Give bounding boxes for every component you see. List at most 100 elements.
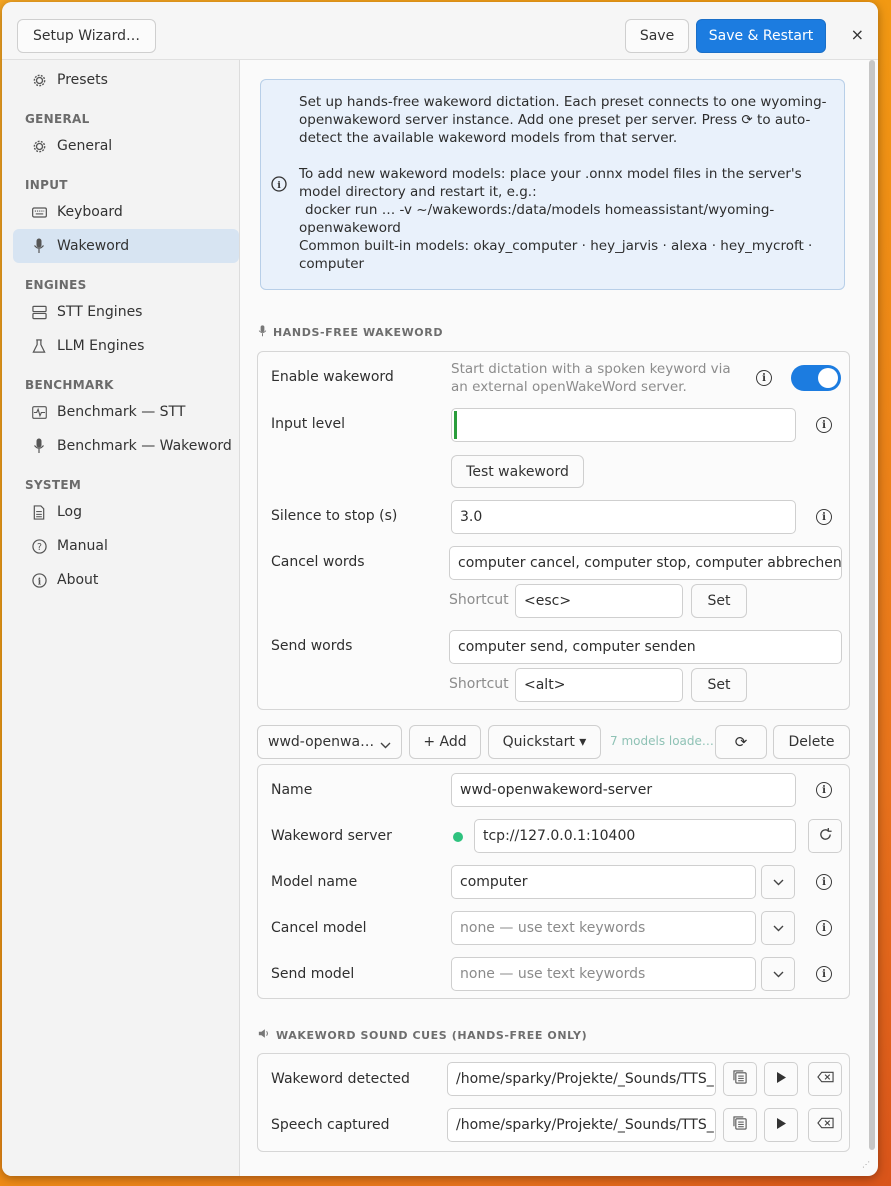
refresh-icon	[818, 827, 833, 846]
titlebar: Setup Wizard… Save Save & Restart ×	[2, 2, 878, 60]
help-icon: ?	[31, 538, 47, 554]
model-name-dropdown[interactable]	[761, 865, 795, 899]
set-send-shortcut-button[interactable]: Set	[691, 668, 747, 702]
sidebar-item-keyboard[interactable]: Keyboard	[13, 195, 239, 229]
microphone-icon	[31, 438, 47, 454]
send-model-input[interactable]: none — use text keywords	[451, 957, 756, 991]
server-status-dot	[453, 832, 463, 842]
save-restart-button[interactable]: Save & Restart	[696, 19, 826, 53]
cancel-model-dropdown[interactable]	[761, 911, 795, 945]
quickstart-button[interactable]: Quickstart ▾	[488, 725, 601, 759]
sidebar-item-benchmark-stt[interactable]: Benchmark — STT	[13, 395, 239, 429]
setup-wizard-button[interactable]: Setup Wizard…	[17, 19, 156, 53]
enable-wakeword-toggle[interactable]	[791, 365, 841, 391]
cancel-shortcut-label: Shortcut	[449, 592, 509, 608]
sidebar-heading-system: SYSTEM	[25, 478, 82, 492]
microphone-icon	[31, 238, 47, 254]
test-wakeword-button[interactable]: Test wakeword	[451, 455, 584, 488]
scrollbar[interactable]	[869, 60, 875, 1158]
sidebar-item-general[interactable]: General	[13, 129, 239, 163]
refresh-icon[interactable]: ⟳	[715, 725, 767, 759]
chevron-down-icon	[380, 737, 391, 753]
send-model-label: Send model	[271, 966, 355, 982]
chevron-down-icon	[773, 967, 784, 982]
send-words-input[interactable]: computer send, computer senden	[449, 630, 842, 664]
sidebar-item-manual[interactable]: ? Manual	[13, 529, 239, 563]
info-icon[interactable]: i	[816, 782, 832, 798]
info-icon[interactable]: i	[816, 509, 832, 525]
preset-select-value: wwd-openwa…	[268, 734, 375, 750]
model-name-input[interactable]: computer	[451, 865, 756, 899]
add-preset-button[interactable]: + Add	[409, 725, 481, 759]
cancel-words-input[interactable]: computer cancel, computer stop, computer…	[449, 546, 842, 580]
flask-icon	[31, 338, 47, 354]
close-icon[interactable]: ×	[851, 25, 864, 44]
speech-captured-label: Speech captured	[271, 1117, 390, 1133]
speech-captured-sound-input[interactable]: /home/sparky/Projekte/_Sounds/TTS_	[447, 1108, 716, 1142]
keyboard-icon	[31, 204, 47, 220]
info-icon[interactable]: i	[756, 370, 772, 386]
sidebar-item-benchmark-wakeword[interactable]: Benchmark — Wakeword	[13, 429, 239, 463]
preset-name-input[interactable]: wwd-openwakeword-server	[451, 773, 796, 807]
info-icon[interactable]: i	[816, 966, 832, 982]
info-paragraph: Set up hands-free wakeword dictation. Ea…	[299, 94, 827, 146]
sidebar-heading-input: INPUT	[25, 178, 68, 192]
sidebar-item-label: Log	[57, 504, 83, 520]
sidebar: Presets GENERAL General INPUT Keyboard W…	[2, 60, 240, 1176]
play-icon	[776, 1071, 787, 1088]
name-label: Name	[271, 782, 313, 798]
sidebar-heading-general: GENERAL	[25, 112, 90, 126]
preset-select[interactable]: wwd-openwa…	[257, 725, 402, 759]
cancel-shortcut-input[interactable]: <esc>	[515, 584, 683, 618]
sidebar-item-label: General	[57, 138, 113, 154]
browse-file-button[interactable]	[723, 1108, 757, 1142]
cancel-words-label: Cancel words	[271, 554, 365, 570]
set-cancel-shortcut-button[interactable]: Set	[691, 584, 747, 618]
play-icon	[776, 1117, 787, 1134]
silence-to-stop-input[interactable]: 3.0	[451, 500, 796, 534]
speaker-icon	[258, 1028, 270, 1042]
clear-sound-button[interactable]	[808, 1062, 842, 1096]
resize-grip-icon[interactable]: ⋰	[862, 1160, 874, 1172]
send-shortcut-input[interactable]: <alt>	[515, 668, 683, 702]
send-model-dropdown[interactable]	[761, 957, 795, 991]
cancel-model-input[interactable]: none — use text keywords	[451, 911, 756, 945]
play-sound-button[interactable]	[764, 1108, 798, 1142]
wakeword-detected-label: Wakeword detected	[271, 1071, 410, 1087]
wakeword-settings-page: i Set up hands-free wakeword dictation. …	[241, 60, 878, 1176]
save-button[interactable]: Save	[625, 19, 689, 53]
input-level-fill	[454, 411, 457, 439]
sidebar-item-stt-engines[interactable]: STT Engines	[13, 295, 239, 329]
info-banner: i Set up hands-free wakeword dictation. …	[260, 79, 845, 290]
sidebar-item-label: Benchmark — STT	[57, 404, 186, 420]
refresh-server-button[interactable]	[808, 819, 842, 853]
info-icon[interactable]: i	[816, 874, 832, 890]
wakeword-server-input[interactable]: tcp://127.0.0.1:10400	[474, 819, 796, 853]
sidebar-item-wakeword[interactable]: Wakeword	[13, 229, 239, 263]
server-icon	[31, 304, 47, 320]
enable-wakeword-hint: Start dictation with a spoken keyword vi…	[451, 361, 731, 395]
delete-preset-button[interactable]: Delete	[773, 725, 850, 759]
input-level-meter	[451, 408, 796, 442]
sidebar-item-label: STT Engines	[57, 304, 143, 320]
sidebar-heading-engines: ENGINES	[25, 278, 87, 292]
play-sound-button[interactable]	[764, 1062, 798, 1096]
sound-cues-panel: Wakeword detected /home/sparky/Projekte/…	[257, 1053, 850, 1152]
backspace-icon	[816, 1071, 834, 1087]
wakeword-detected-sound-input[interactable]: /home/sparky/Projekte/_Sounds/TTS_	[447, 1062, 716, 1096]
scrollbar-thumb[interactable]	[869, 60, 875, 1150]
sidebar-item-log[interactable]: Log	[13, 495, 239, 529]
browse-file-button[interactable]	[723, 1062, 757, 1096]
chevron-down-icon	[773, 875, 784, 890]
folder-icon	[732, 1116, 748, 1134]
microphone-icon	[258, 325, 267, 340]
preset-panel: Name wwd-openwakeword-server i Wakeword …	[257, 764, 850, 999]
sidebar-item-label: About	[57, 572, 99, 588]
info-icon[interactable]: i	[816, 920, 832, 936]
sidebar-item-about[interactable]: i About	[13, 563, 239, 597]
info-icon: i	[31, 572, 47, 588]
info-icon[interactable]: i	[816, 417, 832, 433]
sidebar-item-presets[interactable]: Presets	[13, 63, 239, 97]
sidebar-item-llm-engines[interactable]: LLM Engines	[13, 329, 239, 363]
clear-sound-button[interactable]	[808, 1108, 842, 1142]
